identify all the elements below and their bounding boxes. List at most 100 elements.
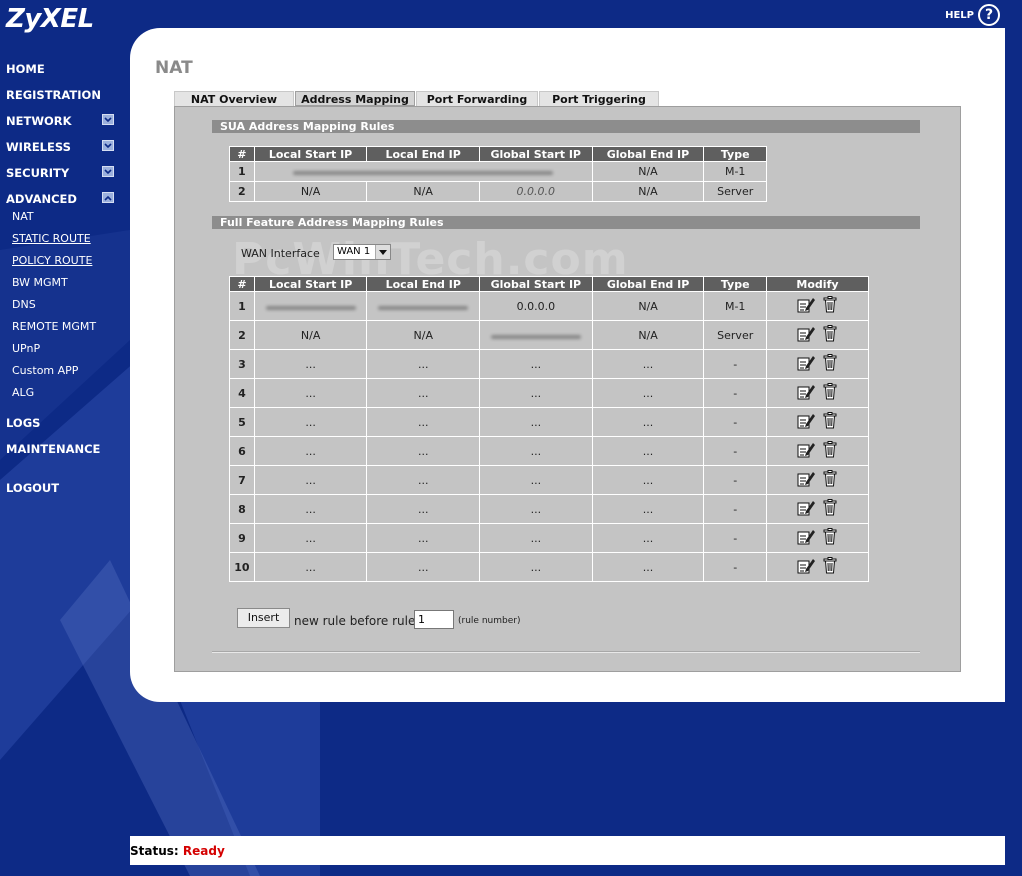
row-number: 9 bbox=[229, 523, 255, 553]
modify-cell bbox=[765, 436, 870, 466]
local-start-ip: ... bbox=[253, 349, 368, 379]
redacted-value bbox=[265, 305, 356, 310]
modify-cell bbox=[765, 378, 870, 408]
trash-icon[interactable] bbox=[823, 354, 837, 374]
global-end-ip: ... bbox=[591, 407, 705, 437]
edit-icon[interactable] bbox=[797, 441, 816, 461]
full-feature-table: # Local Start IP Local End IP Global Sta… bbox=[229, 276, 870, 582]
table-row: 8............ - bbox=[229, 494, 870, 524]
divider bbox=[212, 651, 920, 653]
trash-icon[interactable] bbox=[823, 528, 837, 548]
rule-type: Server bbox=[703, 320, 767, 350]
sua-col-local-start: Local Start IP bbox=[253, 146, 368, 162]
wan-interface-select[interactable]: WAN 1 bbox=[333, 244, 391, 260]
full-col-local-end: Local End IP bbox=[366, 276, 481, 292]
local-end-ip: ... bbox=[366, 436, 481, 466]
row-number: 1 bbox=[229, 161, 255, 182]
trash-icon[interactable] bbox=[823, 325, 837, 345]
nav-registration[interactable]: REGISTRATION bbox=[6, 88, 101, 102]
row-number: 1 bbox=[229, 291, 255, 321]
row-number: 2 bbox=[229, 181, 255, 202]
local-start-ip: N/A bbox=[253, 320, 368, 350]
nav-bw-mgmt[interactable]: BW MGMT bbox=[12, 276, 68, 289]
table-row: 5............ - bbox=[229, 407, 870, 437]
rule-type: - bbox=[703, 436, 767, 466]
edit-icon[interactable] bbox=[797, 383, 816, 403]
global-end-ip: N/A bbox=[591, 291, 705, 321]
edit-icon[interactable] bbox=[797, 325, 816, 345]
nav-dns[interactable]: DNS bbox=[12, 298, 36, 311]
table-row: 2 N/A N/A 0.0.0.0 N/A Server bbox=[229, 181, 767, 202]
nav-logs[interactable]: LOGS bbox=[6, 416, 40, 430]
page-title: NAT bbox=[155, 58, 193, 78]
network-expand-icon[interactable] bbox=[102, 114, 114, 125]
full-col-global-start: Global Start IP bbox=[479, 276, 593, 292]
local-end-ip bbox=[366, 291, 481, 321]
trash-icon[interactable] bbox=[823, 412, 837, 432]
nav-security[interactable]: SECURITY bbox=[6, 166, 69, 180]
rule-type: - bbox=[703, 552, 767, 582]
edit-icon[interactable] bbox=[797, 354, 816, 374]
nav-alg[interactable]: ALG bbox=[12, 386, 34, 399]
tab-nat-overview[interactable]: NAT Overview bbox=[174, 91, 294, 106]
wan-interface-value: WAN 1 bbox=[337, 246, 371, 257]
trash-icon[interactable] bbox=[823, 441, 837, 461]
nav-policy-route[interactable]: POLICY ROUTE bbox=[12, 254, 92, 267]
sua-section-header: SUA Address Mapping Rules bbox=[212, 120, 920, 133]
edit-icon[interactable] bbox=[797, 412, 816, 432]
nav-home[interactable]: HOME bbox=[6, 62, 45, 76]
nav-maintenance[interactable]: MAINTENANCE bbox=[6, 442, 100, 456]
edit-icon[interactable] bbox=[797, 557, 816, 577]
trash-icon[interactable] bbox=[823, 296, 837, 316]
global-end-ip: ... bbox=[591, 523, 705, 553]
row-number: 4 bbox=[229, 378, 255, 408]
modify-cell bbox=[765, 407, 870, 437]
edit-icon[interactable] bbox=[797, 499, 816, 519]
rule-number-input[interactable] bbox=[414, 610, 454, 629]
global-end-ip: N/A bbox=[591, 161, 705, 182]
local-end-ip: ... bbox=[366, 349, 481, 379]
insert-rule-label: new rule before rule bbox=[294, 614, 416, 628]
nav-wireless[interactable]: WIRELESS bbox=[6, 140, 71, 154]
global-end-ip: ... bbox=[591, 349, 705, 379]
nav-advanced[interactable]: ADVANCED bbox=[6, 192, 77, 206]
rule-type: - bbox=[703, 407, 767, 437]
tab-port-forwarding[interactable]: Port Forwarding bbox=[416, 91, 538, 106]
help-button[interactable]: HELP ? bbox=[945, 4, 1000, 26]
nav-remote-mgmt[interactable]: REMOTE MGMT bbox=[12, 320, 96, 333]
nav-logout[interactable]: LOGOUT bbox=[6, 481, 59, 495]
table-row: 1 N/A M-1 bbox=[229, 161, 767, 182]
status-bar: Status: Ready bbox=[130, 836, 1005, 865]
edit-icon[interactable] bbox=[797, 296, 816, 316]
edit-icon[interactable] bbox=[797, 470, 816, 490]
global-start-ip: ... bbox=[479, 465, 593, 495]
global-start-ip: ... bbox=[479, 494, 593, 524]
global-end-ip: ... bbox=[591, 436, 705, 466]
nav-upnp[interactable]: UPnP bbox=[12, 342, 40, 355]
nav-nat[interactable]: NAT bbox=[12, 210, 34, 223]
advanced-collapse-icon[interactable] bbox=[102, 192, 114, 203]
trash-icon[interactable] bbox=[823, 499, 837, 519]
sua-col-local-end: Local End IP bbox=[366, 146, 480, 162]
full-col-local-start: Local Start IP bbox=[253, 276, 368, 292]
edit-icon[interactable] bbox=[797, 528, 816, 548]
nav-static-route[interactable]: STATIC ROUTE bbox=[12, 232, 91, 245]
security-expand-icon[interactable] bbox=[102, 166, 114, 177]
insert-button[interactable]: Insert bbox=[237, 608, 290, 628]
tab-port-triggering[interactable]: Port Triggering bbox=[539, 91, 659, 106]
modify-cell bbox=[765, 291, 870, 321]
local-end-ip: N/A bbox=[366, 320, 481, 350]
wireless-expand-icon[interactable] bbox=[102, 140, 114, 151]
tab-address-mapping[interactable]: Address Mapping bbox=[295, 91, 415, 106]
trash-icon[interactable] bbox=[823, 383, 837, 403]
table-row: 10............ - bbox=[229, 552, 870, 582]
trash-icon[interactable] bbox=[823, 470, 837, 490]
wan-interface-label: WAN Interface bbox=[241, 247, 320, 260]
global-end-ip: ... bbox=[591, 465, 705, 495]
nav-network[interactable]: NETWORK bbox=[6, 114, 72, 128]
nav-custom-app[interactable]: Custom APP bbox=[12, 364, 78, 377]
modify-cell bbox=[765, 349, 870, 379]
trash-icon[interactable] bbox=[823, 557, 837, 577]
rule-type: M-1 bbox=[703, 291, 767, 321]
table-row: 4............ - bbox=[229, 378, 870, 408]
